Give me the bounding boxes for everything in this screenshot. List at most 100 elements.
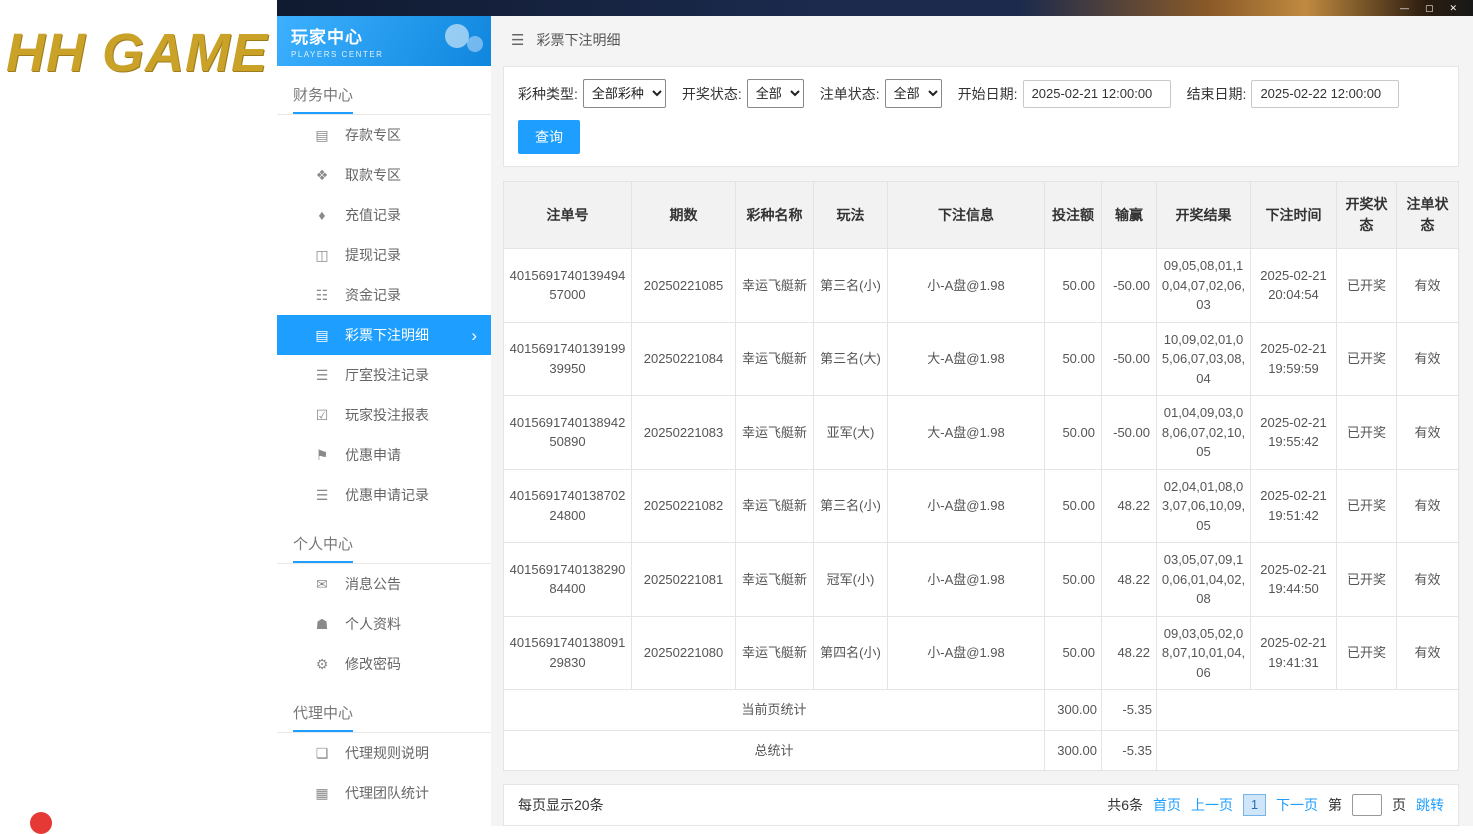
column-header: 玩法 xyxy=(813,181,888,249)
summary-row-current-page: 当前页统计 300.00 -5.35 xyxy=(503,689,1459,731)
hall-bet-icon: ☰ xyxy=(315,366,329,383)
next-page-link[interactable]: 下一页 xyxy=(1276,795,1318,815)
prev-page-link[interactable]: 上一页 xyxy=(1191,795,1233,815)
sidebar-item-withdrawal-records[interactable]: ◫ 提现记录 xyxy=(277,235,491,275)
sidebar-item-label: 资金记录 xyxy=(345,287,401,303)
window-titlebar: — ▢ ✕ xyxy=(277,0,1473,16)
cell: 20250221083 xyxy=(631,395,736,470)
current-page[interactable]: 1 xyxy=(1243,794,1266,816)
report-icon: ☑ xyxy=(315,406,329,423)
cell: 已开奖 xyxy=(1336,615,1397,690)
sidebar-item-label: 代理团队统计 xyxy=(345,785,429,801)
cell: 有效 xyxy=(1396,468,1459,543)
column-header: 注单号 xyxy=(503,181,632,249)
cell: 2025-02-21 19:44:50 xyxy=(1250,542,1337,617)
breadcrumb-bar: ☰ 彩票下注明细 xyxy=(491,16,1473,64)
cell: 已开奖 xyxy=(1336,468,1397,543)
table-row: 401569174013870224800 20250221082 幸运飞艇新 第三名… xyxy=(503,468,1459,543)
maximize-button[interactable]: ▢ xyxy=(1425,0,1434,16)
sidebar-item-change-password[interactable]: ⚙ 修改密码 xyxy=(277,644,491,684)
sidebar-item-messages[interactable]: ✉ 消息公告 xyxy=(277,564,491,604)
draw-status-select[interactable]: 全部 xyxy=(746,79,804,108)
cell: 50.00 xyxy=(1044,395,1102,470)
cell: 第三名(小) xyxy=(813,468,888,543)
section-title: 财务中心 xyxy=(277,76,491,115)
cell: 幸运飞艇新 xyxy=(735,542,814,617)
sidebar-item-promo-apply[interactable]: ⚑ 优惠申请 xyxy=(277,435,491,475)
summary-label: 当前页统计 xyxy=(503,689,1045,731)
cell: 03,05,07,09,10,06,01,04,02,08 xyxy=(1156,542,1251,617)
withdraw-icon: ❖ xyxy=(315,166,329,183)
deposit-icon: ▤ xyxy=(315,126,329,143)
column-header: 注单状态 xyxy=(1396,181,1459,249)
cell: 02,04,01,08,03,07,06,10,09,05 xyxy=(1156,468,1251,543)
cell: 冠军(小) xyxy=(813,542,888,617)
filter-panel: 彩种类型: 全部彩种 开奖状态: 全部 注单状态: 全部 开始日期: 2025-… xyxy=(503,66,1459,167)
cell: 48.22 xyxy=(1101,542,1157,617)
agent-rules-icon: ❏ xyxy=(315,744,329,761)
table-row: 401569174013829084400 20250221081 幸运飞艇新 冠军(… xyxy=(503,542,1459,617)
sidebar-item-recharge-records[interactable]: ♦ 充值记录 xyxy=(277,195,491,235)
lottery-type-select[interactable]: 全部彩种 xyxy=(582,79,666,108)
cell: -50.00 xyxy=(1101,395,1157,470)
start-date-input[interactable] xyxy=(1022,79,1171,108)
sidebar-item-lottery-bet-details[interactable]: ▤ 彩票下注明细 › xyxy=(277,315,491,355)
sidebar-item-agent-team-stats[interactable]: ▦ 代理团队统计 xyxy=(277,773,491,813)
section-title: 代理中心 xyxy=(277,694,491,733)
close-button[interactable]: ✕ xyxy=(1449,0,1457,16)
cell: 第四名(小) xyxy=(813,615,888,690)
sidebar-item-hall-bet-records[interactable]: ☰ 厅室投注记录 xyxy=(277,355,491,395)
draw-status-label: 开奖状态: xyxy=(681,85,742,102)
sidebar-item-profile[interactable]: ☗ 个人资料 xyxy=(277,604,491,644)
cell: 20250221084 xyxy=(631,321,736,396)
cell: 亚军(大) xyxy=(813,395,888,470)
sidebar-item-player-bet-report[interactable]: ☑ 玩家投注报表 xyxy=(277,395,491,435)
bets-table-card: 注单号 期数 彩种名称 玩法 下注信息 投注额 输赢 开奖结果 下注时间 开奖状态 注单状态 401… xyxy=(503,181,1459,771)
summary-win-loss: -5.35 xyxy=(1101,689,1157,731)
cell: 20250221080 xyxy=(631,615,736,690)
jump-suffix-label: 页 xyxy=(1392,797,1406,813)
jump-button[interactable]: 跳转 xyxy=(1416,795,1444,815)
password-icon: ⚙ xyxy=(315,655,329,672)
sidebar-item-withdraw-zone[interactable]: ❖ 取款专区 xyxy=(277,155,491,195)
page-size-text: 每页显示20条 xyxy=(518,797,604,813)
minimize-button[interactable]: — xyxy=(1400,0,1409,16)
table-header-row: 注单号 期数 彩种名称 玩法 下注信息 投注额 输赢 开奖结果 下注时间 开奖状态 注单状态 xyxy=(503,181,1459,249)
cell: 401569174013809129830 xyxy=(503,615,632,690)
cell: 401569174013829084400 xyxy=(503,542,632,617)
cell: 第三名(大) xyxy=(813,321,888,396)
cell: 2025-02-21 19:41:31 xyxy=(1250,615,1337,690)
sidebar-item-promo-apply-records[interactable]: ☰ 优惠申请记录 xyxy=(277,475,491,515)
sidebar-item-agent-rules[interactable]: ❏ 代理规则说明 xyxy=(277,733,491,773)
floating-badge[interactable] xyxy=(30,812,52,834)
lottery-detail-icon: ▤ xyxy=(315,326,329,343)
cell: 09,05,08,01,10,04,07,02,06,03 xyxy=(1156,248,1251,323)
page-jump-input[interactable] xyxy=(1352,794,1382,816)
cell: 已开奖 xyxy=(1336,248,1397,323)
section-title: 个人中心 xyxy=(277,525,491,564)
cell: 大-A盘@1.98 xyxy=(887,321,1045,396)
search-button[interactable]: 查询 xyxy=(518,120,580,154)
column-header: 开奖状态 xyxy=(1336,181,1397,249)
end-date-input[interactable] xyxy=(1251,79,1400,108)
menu-toggle-icon[interactable]: ☰ xyxy=(511,31,524,49)
first-page-link[interactable]: 首页 xyxy=(1153,795,1181,815)
bet-status-select[interactable]: 全部 xyxy=(884,79,942,108)
cell: 48.22 xyxy=(1101,468,1157,543)
lottery-type-label: 彩种类型: xyxy=(518,85,578,102)
summary-empty xyxy=(1156,729,1459,771)
promo-record-icon: ☰ xyxy=(315,486,329,503)
funds-record-icon: ☷ xyxy=(315,286,329,303)
cell: 小-A盘@1.98 xyxy=(887,615,1045,690)
cell: 20250221085 xyxy=(631,248,736,323)
summary-win-loss: -5.35 xyxy=(1101,729,1157,771)
sidebar-item-funds-records[interactable]: ☷ 资金记录 xyxy=(277,275,491,315)
cell: 2025-02-21 19:51:42 xyxy=(1250,468,1337,543)
table-summary: 当前页统计 300.00 -5.35 总统计 300.00 -5.35 xyxy=(503,689,1459,771)
summary-bet-total: 300.00 xyxy=(1044,689,1102,731)
sidebar-item-deposit-zone[interactable]: ▤ 存款专区 xyxy=(277,115,491,155)
cell: 401569174013919939950 xyxy=(503,321,632,396)
cell: 48.22 xyxy=(1101,615,1157,690)
cell: 有效 xyxy=(1396,615,1459,690)
cell: 50.00 xyxy=(1044,468,1102,543)
